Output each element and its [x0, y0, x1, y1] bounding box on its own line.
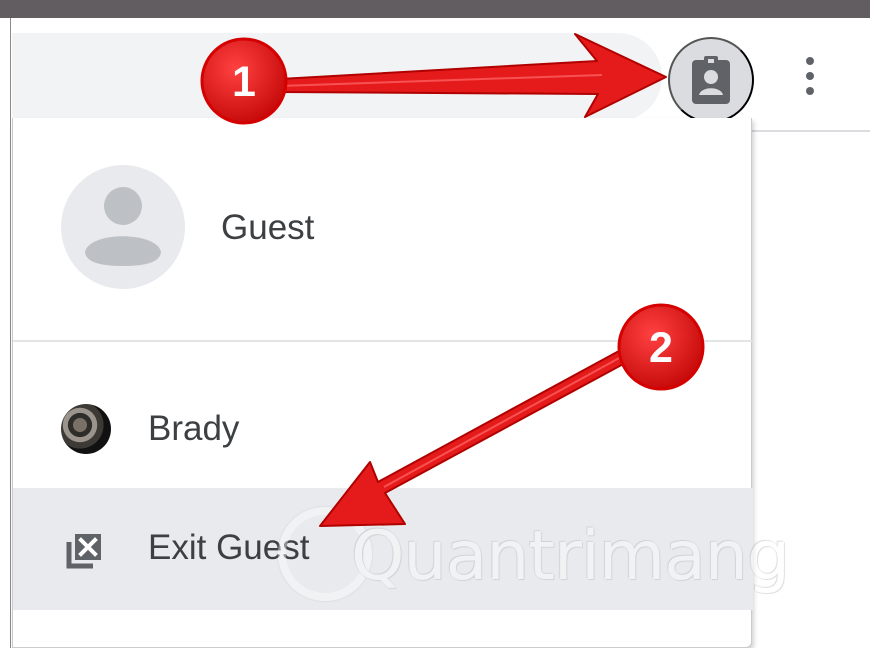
default-person-icon — [85, 187, 161, 266]
exit-guest-button[interactable]: Exit Guest — [13, 488, 753, 610]
window-left-edge — [0, 18, 11, 648]
brady-avatar — [61, 404, 111, 454]
guest-profile-badge-icon — [692, 56, 730, 104]
exit-guest-label: Exit Guest — [148, 528, 310, 567]
exit-guest-icon — [66, 534, 101, 569]
menu-divider — [13, 340, 753, 342]
guest-avatar — [61, 165, 185, 289]
profile-button[interactable] — [668, 37, 754, 123]
current-profile-name: Guest — [221, 208, 315, 247]
screenshot-frame: Guest Brady Exit Guest Quantrimang 1 2 — [0, 0, 870, 648]
current-profile-section: Guest — [13, 118, 753, 340]
window-top-border — [0, 0, 870, 18]
profile-item-brady[interactable]: Brady — [13, 380, 753, 476]
profile-menu: Guest Brady Exit Guest — [12, 118, 753, 648]
profile-name-brady: Brady — [148, 409, 240, 448]
more-vertical-icon — [806, 57, 814, 95]
more-menu-button[interactable] — [788, 46, 832, 106]
toolbar-divider — [752, 130, 870, 132]
address-bar[interactable] — [12, 33, 662, 121]
